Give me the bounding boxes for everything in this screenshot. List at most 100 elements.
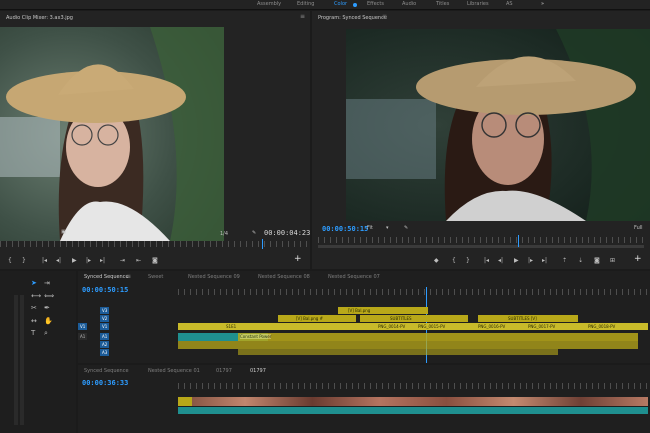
zoom-icon[interactable]: ⌕: [44, 329, 48, 338]
step-forward-icon[interactable]: |▸: [528, 257, 533, 264]
go-to-out-icon[interactable]: ▸|: [100, 257, 105, 264]
play-icon[interactable]: ▶: [514, 257, 519, 264]
wrench-icon[interactable]: ✎: [252, 230, 256, 236]
track-v3-target[interactable]: V3: [100, 307, 110, 314]
program-time-ruler[interactable]: [318, 237, 644, 243]
clip-thumbnails[interactable]: [178, 397, 648, 406]
camera-icon[interactable]: ◙: [594, 257, 600, 264]
marker-icon[interactable]: ◆: [434, 257, 439, 264]
workspace-active-dot: [353, 3, 357, 7]
source-v1[interactable]: V1: [78, 323, 88, 330]
panel-menu-icon[interactable]: ≡: [382, 13, 387, 20]
track-a3-target[interactable]: A3: [100, 349, 110, 356]
hand-icon[interactable]: ✋: [44, 317, 53, 325]
clip-a3[interactable]: [238, 349, 558, 355]
razor-icon[interactable]: ✂: [31, 304, 37, 312]
source-time-ruler[interactable]: [0, 241, 310, 247]
ripple-edit-icon[interactable]: ⟷: [31, 292, 41, 300]
step-back-icon[interactable]: ◂|: [498, 257, 503, 264]
timeline-timecode[interactable]: 00:00:50:15: [82, 286, 128, 294]
selection-tool-icon[interactable]: ➤: [31, 279, 37, 287]
program-timecode[interactable]: 00:00:50:15: [322, 225, 368, 233]
program-monitor-title[interactable]: Program: Synced Sequence: [318, 15, 387, 21]
slip-icon[interactable]: ↔: [31, 317, 37, 325]
overwrite-icon[interactable]: ⇤: [136, 257, 141, 264]
track-a1-target[interactable]: A1: [100, 333, 110, 340]
source-playhead[interactable]: [262, 239, 263, 249]
mark-in-icon[interactable]: {: [8, 257, 12, 264]
track-v1-target[interactable]: V1: [100, 323, 110, 330]
go-to-out-icon[interactable]: ▸|: [542, 257, 547, 264]
tab-nested-09[interactable]: Nested Sequence 09: [188, 274, 240, 280]
panel-menu-icon[interactable]: ≡: [300, 13, 305, 20]
tab-sweet[interactable]: Sweet: [148, 274, 163, 280]
play-icon[interactable]: ▶: [72, 257, 77, 264]
go-to-in-icon[interactable]: |◂: [42, 257, 47, 264]
panel-menu-icon[interactable]: ≡: [126, 273, 131, 280]
pen-icon[interactable]: ✒: [44, 304, 50, 312]
step-forward-icon[interactable]: |▸: [86, 257, 91, 264]
timeline-timecode[interactable]: 00:00:36:33: [82, 379, 128, 387]
add-button[interactable]: +: [634, 254, 642, 264]
program-playhead[interactable]: [518, 235, 519, 247]
mark-in-icon[interactable]: {: [452, 257, 456, 264]
workspace-effects[interactable]: Effects: [367, 1, 384, 7]
clip-label: Constant Power: [240, 334, 272, 339]
timeline-ruler[interactable]: [178, 383, 648, 389]
source-a1[interactable]: A1: [78, 333, 88, 340]
clip-v3[interactable]: [V] Bal.png: [338, 307, 428, 314]
track-v2-target[interactable]: V2: [100, 315, 110, 322]
clip-a2[interactable]: [178, 341, 638, 349]
camera-icon[interactable]: ◙: [152, 257, 158, 264]
workspace-titles[interactable]: Titles: [436, 1, 449, 7]
tab-01797[interactable]: 01797: [216, 368, 232, 374]
workspace-as[interactable]: AS: [506, 1, 513, 7]
clip-v2[interactable]: [V] Bal.png #: [278, 315, 356, 322]
tab-nested-01[interactable]: Nested Sequence 01: [148, 368, 200, 374]
tab-nested-07[interactable]: Nested Sequence 07: [328, 274, 380, 280]
rolling-edit-icon[interactable]: ⟺: [44, 292, 54, 300]
program-scroll-bar[interactable]: [318, 245, 644, 248]
track-a2-target[interactable]: A2: [100, 341, 110, 348]
step-back-icon[interactable]: ◂|: [56, 257, 61, 264]
tab-nested-08[interactable]: Nested Sequence 08: [258, 274, 310, 280]
source-monitor-panel: Audio Clip Mixer: 3.ax3.jpg ≡ ▣ 1/4 ✎ 00…: [0, 11, 310, 269]
clip-v1[interactable]: [178, 397, 192, 406]
workspace-audio[interactable]: Audio: [402, 1, 416, 7]
program-image: [346, 29, 650, 221]
program-fit[interactable]: Fit: [367, 225, 373, 231]
workspace-libraries[interactable]: Libraries: [467, 1, 489, 7]
fit-chevron-icon[interactable]: ▾: [386, 225, 389, 231]
program-quality[interactable]: Full: [634, 225, 643, 231]
tab-synced-sequence[interactable]: Synced Sequence: [84, 274, 129, 280]
source-settings-icon[interactable]: ▣: [61, 229, 66, 235]
source-monitor-title[interactable]: Audio Clip Mixer: 3.ax3.jpg: [6, 15, 73, 21]
clip-v1[interactable]: S1E1 PNG_0014-PV PNG_0015-PV PNG_0016-PV…: [178, 323, 648, 330]
more-workspaces-button[interactable]: »: [541, 1, 544, 7]
clip-v2[interactable]: SUBTITLES: [360, 315, 468, 322]
workspace-color[interactable]: Color: [334, 1, 347, 7]
type-icon[interactable]: T: [31, 329, 35, 337]
lift-icon[interactable]: ⇡: [562, 257, 567, 264]
mark-out-icon[interactable]: }: [466, 257, 470, 264]
tab-synced-sequence[interactable]: Synced Sequence: [84, 368, 129, 374]
clip-label: PNG_0017-PV: [528, 324, 556, 329]
mark-out-icon[interactable]: }: [22, 257, 26, 264]
clip-v2[interactable]: SUBTITLES [V]: [478, 315, 578, 322]
clip-a1[interactable]: Constant Power: [238, 333, 638, 341]
source-timecode[interactable]: 00:00:04:23: [264, 229, 310, 237]
workspace-editing[interactable]: Editing: [297, 1, 314, 7]
tab-01797-active[interactable]: 01797: [250, 368, 266, 374]
clip-a1[interactable]: [178, 407, 648, 414]
workspace-assembly[interactable]: Assembly: [257, 1, 281, 7]
add-button[interactable]: +: [294, 254, 302, 264]
go-to-in-icon[interactable]: |◂: [484, 257, 489, 264]
tools-panel: ➤ ⇥ ⟷ ⟺ ✂ ✒ ↔ ✋ T ⌕: [0, 271, 76, 433]
insert-icon[interactable]: ⇥: [120, 257, 125, 264]
wrench-icon[interactable]: ✎: [404, 225, 408, 231]
compare-icon[interactable]: ⊞: [610, 257, 615, 264]
track-select-icon[interactable]: ⇥: [44, 279, 50, 287]
timeline-ruler[interactable]: [178, 289, 648, 295]
source-scale[interactable]: 1/4: [220, 231, 228, 237]
extract-icon[interactable]: ⇣: [578, 257, 583, 264]
